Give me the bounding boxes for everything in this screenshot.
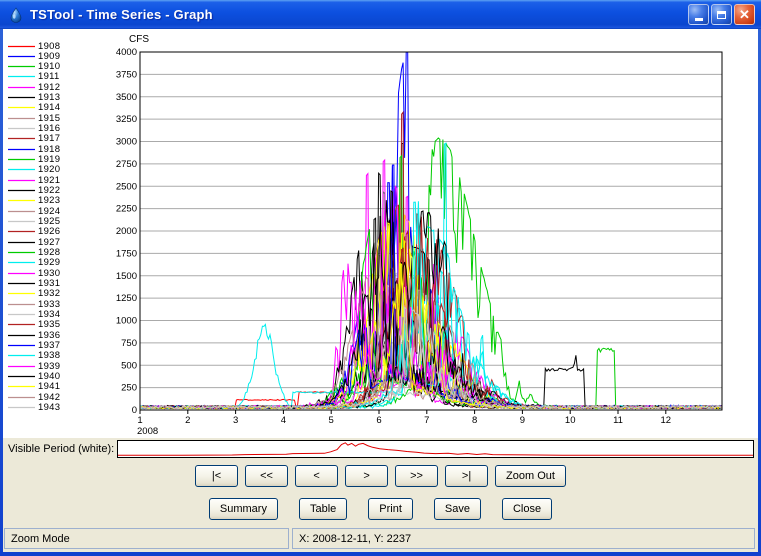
window-client-area: 1908 1909 1910 1911 1912 1913 1914 1915 1916 1917… <box>3 29 758 552</box>
x-tick-label-7: 7 <box>424 415 429 426</box>
x-tick-label-12: 12 <box>661 415 672 426</box>
time-series-plot[interactable]: 0250500750100012501500175020002250250027… <box>3 29 758 438</box>
table-button[interactable]: Table <box>298 498 348 520</box>
nav-button-first[interactable]: |< <box>195 465 239 487</box>
status-coordinates-panel: X: 2008-12-11, Y: 2237 <box>292 528 755 549</box>
y-tick-label-0: 0 <box>132 405 137 416</box>
y-tick-label-1750: 1750 <box>116 248 137 259</box>
action-buttons-row: Summary Table Print Save Close <box>3 498 758 520</box>
summary-button[interactable]: Summary <box>208 498 278 520</box>
x-tick-label-11: 11 <box>613 415 623 426</box>
overview-line <box>118 442 754 456</box>
y-tick-label-3250: 3250 <box>116 114 137 125</box>
status-bar: Zoom Mode X: 2008-12-11, Y: 2237 <box>3 527 758 551</box>
overview-mini-chart <box>118 442 754 456</box>
y-tick-label-2250: 2250 <box>116 204 137 215</box>
x-tick-label-9: 9 <box>520 415 525 426</box>
navigation-buttons-row: |< << < > >> >| Zoom Out <box>3 465 758 487</box>
y-tick-label-3000: 3000 <box>116 137 137 148</box>
maximize-button[interactable] <box>711 4 732 25</box>
y-tick-label-2000: 2000 <box>116 226 137 237</box>
close-graph-button[interactable]: Close <box>501 498 553 520</box>
window-title: TSTool - Time Series - Graph <box>30 7 213 22</box>
nav-button-back[interactable]: < <box>295 465 339 487</box>
nav-button-page-back[interactable]: << <box>245 465 289 487</box>
x-tick-label-10: 10 <box>565 415 576 426</box>
visible-period-label: Visible Period (white): <box>8 443 115 455</box>
status-mode-panel: Zoom Mode <box>4 528 289 549</box>
visible-period-strip[interactable] <box>117 440 754 458</box>
y-tick-label-3500: 3500 <box>116 92 137 103</box>
y-tick-label-4000: 4000 <box>116 47 137 58</box>
y-tick-label-750: 750 <box>121 338 137 349</box>
close-icon: ✕ <box>739 7 750 22</box>
y-tick-label-1000: 1000 <box>116 316 137 327</box>
x-tick-label-8: 8 <box>472 415 477 426</box>
x-tick-label-3: 3 <box>233 415 238 426</box>
status-coordinates-text: X: 2008-12-11, Y: 2237 <box>299 532 412 545</box>
zoom-out-button[interactable]: Zoom Out <box>495 465 566 487</box>
x-tick-label-2: 2 <box>185 415 190 426</box>
save-button[interactable]: Save <box>433 498 481 520</box>
series-line-1930 <box>140 185 722 410</box>
x-tick-label-4: 4 <box>281 415 286 426</box>
maximize-icon <box>717 10 726 19</box>
x-tick-label-6: 6 <box>376 415 381 426</box>
x-axis-year-label: 2008 <box>137 426 158 437</box>
x-tick-label-1: 1 <box>137 415 142 426</box>
title-bar[interactable]: TSTool - Time Series - Graph ✕ <box>0 0 761 29</box>
minimize-icon <box>694 17 703 21</box>
status-mode-text: Zoom Mode <box>11 532 70 545</box>
graph-panel[interactable]: 1908 1909 1910 1911 1912 1913 1914 1915 1916 1917… <box>3 29 758 438</box>
series-lines <box>140 52 722 410</box>
x-tick-label-5: 5 <box>329 415 334 426</box>
y-tick-label-2750: 2750 <box>116 159 137 170</box>
nav-button-last[interactable]: >| <box>445 465 489 487</box>
y-tick-label-1500: 1500 <box>116 271 137 282</box>
nav-button-forward[interactable]: > <box>345 465 389 487</box>
y-tick-label-1250: 1250 <box>116 293 137 304</box>
app-icon <box>10 6 22 23</box>
y-tick-label-250: 250 <box>121 383 137 394</box>
y-tick-label-500: 500 <box>121 360 137 371</box>
close-button[interactable]: ✕ <box>734 4 755 25</box>
visible-period-row: Visible Period (white): <box>3 440 758 460</box>
app-window: TSTool - Time Series - Graph ✕ 1908 1909 1… <box>0 0 761 556</box>
print-button[interactable]: Print <box>368 498 413 520</box>
y-tick-label-2500: 2500 <box>116 181 137 192</box>
nav-button-page-forward[interactable]: >> <box>395 465 439 487</box>
y-axis-title: CFS <box>129 34 149 45</box>
y-tick-label-3750: 3750 <box>116 69 137 80</box>
minimize-button[interactable] <box>688 4 709 25</box>
